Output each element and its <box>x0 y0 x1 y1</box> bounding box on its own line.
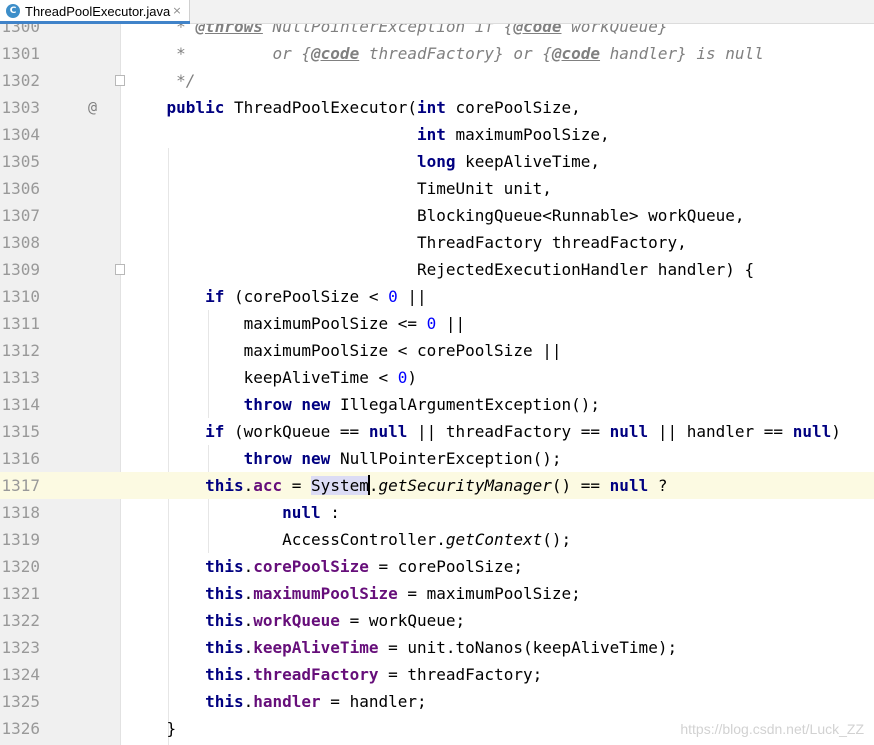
line-number: 1307 <box>1 206 40 225</box>
line-number: 1311 <box>1 314 40 333</box>
code-line[interactable]: 1316 throw new NullPointerException(); <box>0 445 874 472</box>
line-code: if (corePoolSize < 0 || <box>205 287 427 306</box>
line-number: 1309 <box>1 260 40 279</box>
line-number: 1316 <box>1 449 40 468</box>
line-code: */ <box>128 71 196 90</box>
line-code: this.threadFactory = threadFactory; <box>205 665 543 684</box>
code-line[interactable]: 1312 maximumPoolSize < corePoolSize || <box>0 337 874 364</box>
line-number: 1301 <box>1 44 40 63</box>
fold-marker-icon[interactable] <box>115 264 125 275</box>
line-number: 1304 <box>1 125 40 144</box>
line-number: 1318 <box>1 503 40 522</box>
editor-tab-bar: C ThreadPoolExecutor.java × <box>0 0 874 24</box>
line-number: 1315 <box>1 422 40 441</box>
line-number: 1324 <box>1 665 40 684</box>
code-line[interactable]: 1306 TimeUnit unit, <box>0 175 874 202</box>
line-code: this.keepAliveTime = unit.toNanos(keepAl… <box>205 638 678 657</box>
code-line[interactable]: 1301 * or {@code threadFactory} or {@cod… <box>0 40 874 67</box>
line-number: 1300 <box>1 24 40 36</box>
line-code: null : <box>282 503 340 522</box>
line-code: * @throws NullPointerException if {@code… <box>128 24 668 36</box>
line-code: maximumPoolSize < corePoolSize || <box>243 341 562 360</box>
line-number: 1320 <box>1 557 40 576</box>
code-line[interactable]: 1315 if (workQueue == null || threadFact… <box>0 418 874 445</box>
line-code: AccessController.getContext(); <box>282 530 572 549</box>
line-number: 1325 <box>1 692 40 711</box>
code-line[interactable]: 1325 this.handler = handler; <box>0 688 874 715</box>
line-number: 1314 <box>1 395 40 414</box>
line-code: } <box>166 719 177 738</box>
code-line[interactable]: 1314 throw new IllegalArgumentException(… <box>0 391 874 418</box>
code-line[interactable]: 1320 this.corePoolSize = corePoolSize; <box>0 553 874 580</box>
code-area[interactable]: 1300 * @throws NullPointerException if {… <box>0 24 874 742</box>
code-line[interactable]: 1318 null : <box>0 499 874 526</box>
line-number: 1302 <box>1 71 40 90</box>
identifier-highlight: System <box>311 476 369 495</box>
line-code: * or {@code threadFactory} or {@code han… <box>128 44 764 63</box>
watermark: https://blog.csdn.net/Luck_ZZ <box>680 721 864 737</box>
tab-threadpoolexecutor-java[interactable]: C ThreadPoolExecutor.java × <box>0 0 190 24</box>
line-code: this.acc = System.getSecurityManager() =… <box>205 475 668 495</box>
line-number: 1306 <box>1 179 40 198</box>
code-line[interactable]: 1322 this.workQueue = workQueue; <box>0 607 874 634</box>
line-number: 1326 <box>1 719 40 738</box>
code-line[interactable]: 1319 AccessController.getContext(); <box>0 526 874 553</box>
tab-label: ThreadPoolExecutor.java <box>25 4 171 19</box>
line-number: 1305 <box>1 152 40 171</box>
code-line[interactable]: 1321 this.maximumPoolSize = maximumPoolS… <box>0 580 874 607</box>
line-number: 1303 <box>1 98 40 117</box>
fold-marker-icon[interactable] <box>115 75 125 86</box>
line-code: ThreadFactory threadFactory, <box>416 233 687 252</box>
line-code: throw new IllegalArgumentException(); <box>243 395 601 414</box>
line-number: 1308 <box>1 233 40 252</box>
code-line[interactable]: 1324 this.threadFactory = threadFactory; <box>0 661 874 688</box>
line-number: 1310 <box>1 287 40 306</box>
line-number: 1322 <box>1 611 40 630</box>
line-number: 1323 <box>1 638 40 657</box>
line-code: long keepAliveTime, <box>416 152 601 171</box>
code-line-current[interactable]: 1317 this.acc = System.getSecurityManage… <box>0 472 874 499</box>
line-code: maximumPoolSize <= 0 || <box>243 314 466 333</box>
code-line[interactable]: 1313 keepAliveTime < 0) <box>0 364 874 391</box>
code-editor[interactable]: 1300 * @throws NullPointerException if {… <box>0 24 874 745</box>
line-code: int maximumPoolSize, <box>416 125 610 144</box>
code-line[interactable]: 1300 * @throws NullPointerException if {… <box>0 24 874 40</box>
line-code: this.handler = handler; <box>205 692 427 711</box>
line-code: keepAliveTime < 0) <box>243 368 417 387</box>
annotation-gutter-icon[interactable]: @ <box>88 94 97 121</box>
code-line[interactable]: 1310 if (corePoolSize < 0 || <box>0 283 874 310</box>
line-code: public ThreadPoolExecutor(int corePoolSi… <box>166 98 581 117</box>
close-icon[interactable]: × <box>170 4 184 18</box>
line-number: 1317 <box>1 476 40 495</box>
code-line[interactable]: 1323 this.keepAliveTime = unit.toNanos(k… <box>0 634 874 661</box>
line-number: 1312 <box>1 341 40 360</box>
code-line[interactable]: 1305 long keepAliveTime, <box>0 148 874 175</box>
code-line[interactable]: 1311 maximumPoolSize <= 0 || <box>0 310 874 337</box>
line-code: RejectedExecutionHandler handler) { <box>416 260 755 279</box>
code-line[interactable]: 1308 ThreadFactory threadFactory, <box>0 229 874 256</box>
line-code: this.maximumPoolSize = maximumPoolSize; <box>205 584 581 603</box>
java-class-icon: C <box>6 4 20 18</box>
line-number: 1313 <box>1 368 40 387</box>
line-code: this.corePoolSize = corePoolSize; <box>205 557 523 576</box>
line-code: BlockingQueue<Runnable> workQueue, <box>416 206 745 225</box>
code-line[interactable]: 1303 @ public ThreadPoolExecutor(int cor… <box>0 94 874 121</box>
line-code: if (workQueue == null || threadFactory =… <box>205 422 841 441</box>
code-line[interactable]: 1307 BlockingQueue<Runnable> workQueue, <box>0 202 874 229</box>
line-code: TimeUnit unit, <box>416 179 552 198</box>
line-code: this.workQueue = workQueue; <box>205 611 466 630</box>
line-number: 1319 <box>1 530 40 549</box>
code-line[interactable]: 1302 */ <box>0 67 874 94</box>
line-code: throw new NullPointerException(); <box>243 449 562 468</box>
line-number: 1321 <box>1 584 40 603</box>
code-line[interactable]: 1304 int maximumPoolSize, <box>0 121 874 148</box>
code-line[interactable]: 1309 RejectedExecutionHandler handler) { <box>0 256 874 283</box>
